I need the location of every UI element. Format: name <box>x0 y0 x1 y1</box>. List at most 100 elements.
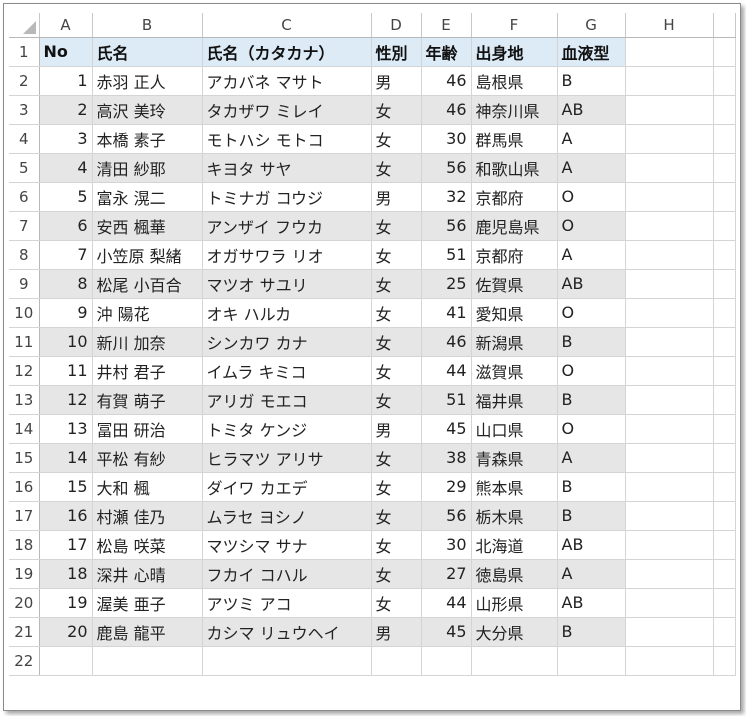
cell-no[interactable]: 8 <box>39 269 93 299</box>
cell-name[interactable]: 松島 咲菜 <box>92 530 203 560</box>
cell-no[interactable]: 5 <box>39 182 93 212</box>
cell-name[interactable]: 高沢 美玲 <box>92 95 203 125</box>
cell-blood[interactable]: O <box>557 414 626 444</box>
column-header-f[interactable]: F <box>471 13 558 38</box>
row-header[interactable]: 16 <box>9 472 40 502</box>
cell-gender[interactable]: 女 <box>371 124 422 154</box>
cell-gender[interactable]: 女 <box>371 501 422 531</box>
column-header-d[interactable]: D <box>371 13 422 38</box>
cell-age[interactable]: 56 <box>421 211 472 241</box>
cell-gender[interactable]: 女 <box>371 443 422 473</box>
cell[interactable] <box>713 95 736 125</box>
cell-blood[interactable]: AB <box>557 588 626 618</box>
cell-birthplace[interactable]: 熊本県 <box>471 472 558 502</box>
cell[interactable] <box>713 472 736 502</box>
cell-birthplace[interactable]: 愛知県 <box>471 298 558 328</box>
cell-kana[interactable]: フカイ コハル <box>202 559 372 589</box>
column-header-g[interactable]: G <box>557 13 626 38</box>
row-header[interactable]: 15 <box>9 443 40 473</box>
cell-name[interactable]: 平松 有紗 <box>92 443 203 473</box>
cell-gender[interactable]: 女 <box>371 269 422 299</box>
cell-age[interactable]: 32 <box>421 182 472 212</box>
cell-age[interactable]: 41 <box>421 298 472 328</box>
cell[interactable] <box>625 501 714 531</box>
cell-age[interactable]: 30 <box>421 124 472 154</box>
cell-birthplace[interactable]: 神奈川県 <box>471 95 558 125</box>
cell[interactable] <box>39 646 93 676</box>
cell-name[interactable]: 沖 陽花 <box>92 298 203 328</box>
cell-gender[interactable]: 女 <box>371 153 422 183</box>
cell-name[interactable]: 富永 滉二 <box>92 182 203 212</box>
cell-age[interactable]: 51 <box>421 240 472 270</box>
cell-birthplace[interactable]: 徳島県 <box>471 559 558 589</box>
cell-kana[interactable]: ムラセ ヨシノ <box>202 501 372 531</box>
cell[interactable] <box>713 559 736 589</box>
row-header[interactable]: 10 <box>9 298 40 328</box>
cell-kana[interactable]: アツミ アコ <box>202 588 372 618</box>
cell-age[interactable]: 25 <box>421 269 472 299</box>
cell-age[interactable]: 38 <box>421 443 472 473</box>
cell-kana[interactable]: イムラ キミコ <box>202 356 372 386</box>
cell-blood[interactable]: AB <box>557 530 626 560</box>
cell-age[interactable]: 27 <box>421 559 472 589</box>
cell-blood[interactable]: B <box>557 327 626 357</box>
cell-name[interactable]: 鹿島 龍平 <box>92 617 203 647</box>
cell-no[interactable]: 4 <box>39 153 93 183</box>
cell-name[interactable]: 冨田 研治 <box>92 414 203 444</box>
cell-age[interactable]: 45 <box>421 617 472 647</box>
row-header[interactable]: 6 <box>9 182 40 212</box>
cell-blood[interactable]: AB <box>557 269 626 299</box>
cell[interactable] <box>713 530 736 560</box>
cell-gender[interactable]: 男 <box>371 66 422 96</box>
header-cell-no[interactable]: No <box>39 37 93 67</box>
cell-blood[interactable]: B <box>557 66 626 96</box>
select-all-corner[interactable] <box>9 13 40 38</box>
cell-no[interactable]: 2 <box>39 95 93 125</box>
header-cell-blood[interactable]: 血液型 <box>557 37 626 67</box>
cell-name[interactable]: 新川 加奈 <box>92 327 203 357</box>
header-cell-kana[interactable]: 氏名（カタカナ） <box>202 37 372 67</box>
cell[interactable] <box>625 240 714 270</box>
cell-birthplace[interactable]: 新潟県 <box>471 327 558 357</box>
cell-birthplace[interactable]: 島根県 <box>471 66 558 96</box>
cell[interactable] <box>625 37 714 67</box>
cell-age[interactable]: 51 <box>421 385 472 415</box>
cell-kana[interactable]: トミナガ コウジ <box>202 182 372 212</box>
cell-kana[interactable]: カシマ リュウヘイ <box>202 617 372 647</box>
cell-kana[interactable]: アンザイ フウカ <box>202 211 372 241</box>
header-cell-gender[interactable]: 性別 <box>371 37 422 67</box>
row-header[interactable]: 19 <box>9 559 40 589</box>
cell-no[interactable]: 15 <box>39 472 93 502</box>
cell[interactable] <box>625 182 714 212</box>
cell-gender[interactable]: 女 <box>371 385 422 415</box>
row-header[interactable]: 4 <box>9 124 40 154</box>
cell-blood[interactable]: A <box>557 153 626 183</box>
cell[interactable] <box>625 153 714 183</box>
cell-birthplace[interactable]: 大分県 <box>471 617 558 647</box>
cell-blood[interactable]: O <box>557 211 626 241</box>
cell-name[interactable]: 本橋 素子 <box>92 124 203 154</box>
cell[interactable] <box>713 356 736 386</box>
header-cell-age[interactable]: 年齢 <box>421 37 472 67</box>
cell[interactable] <box>625 327 714 357</box>
row-header[interactable]: 21 <box>9 617 40 647</box>
cell-kana[interactable]: オキ ハルカ <box>202 298 372 328</box>
cell-blood[interactable]: A <box>557 240 626 270</box>
cell-birthplace[interactable]: 佐賀県 <box>471 269 558 299</box>
cell-gender[interactable]: 女 <box>371 327 422 357</box>
cell-blood[interactable]: B <box>557 501 626 531</box>
cell[interactable] <box>625 385 714 415</box>
cell-birthplace[interactable]: 山形県 <box>471 588 558 618</box>
cell[interactable] <box>625 443 714 473</box>
cell-no[interactable]: 14 <box>39 443 93 473</box>
cell-blood[interactable]: B <box>557 385 626 415</box>
cell-blood[interactable]: B <box>557 617 626 647</box>
cell[interactable] <box>713 298 736 328</box>
cell-gender[interactable]: 女 <box>371 472 422 502</box>
cell-gender[interactable]: 女 <box>371 95 422 125</box>
cell[interactable] <box>713 124 736 154</box>
cell[interactable] <box>713 588 736 618</box>
cell-kana[interactable]: アカバネ マサト <box>202 66 372 96</box>
cell-gender[interactable]: 女 <box>371 356 422 386</box>
cell[interactable] <box>713 240 736 270</box>
